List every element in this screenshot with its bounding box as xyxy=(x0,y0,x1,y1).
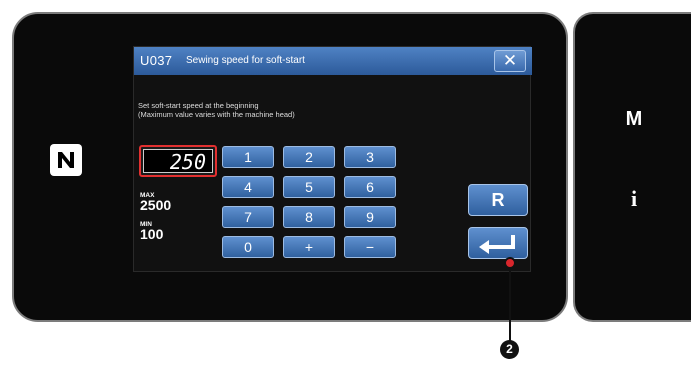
info-button[interactable]: i xyxy=(575,186,693,212)
speed-setting-dialog: U037 Sewing speed for soft-start ✕ Set s… xyxy=(133,46,532,274)
mode-button[interactable]: M xyxy=(575,108,693,131)
dialog-code: U037 xyxy=(140,53,173,68)
dialog-title-bar: U037 Sewing speed for soft-start ✕ xyxy=(134,47,532,75)
key-plus[interactable]: + xyxy=(283,236,335,258)
key-4[interactable]: 4 xyxy=(222,176,274,198)
max-value: 2500 xyxy=(140,197,172,213)
numeric-keypad: 1 2 3 4 5 6 7 8 9 0 + − xyxy=(222,146,398,274)
key-3[interactable]: 3 xyxy=(344,146,396,168)
reset-button[interactable]: R xyxy=(468,184,528,216)
side-panel: M i xyxy=(573,12,691,322)
key-7[interactable]: 7 xyxy=(222,206,274,228)
callout-badge: 2 xyxy=(500,340,519,359)
key-6[interactable]: 6 xyxy=(344,176,396,198)
nfc-icon xyxy=(50,144,82,176)
close-icon: ✕ xyxy=(502,51,518,70)
key-5[interactable]: 5 xyxy=(283,176,335,198)
speed-value-display: 250 xyxy=(143,149,213,174)
description-line-1: Set soft-start speed at the beginning xyxy=(138,101,259,110)
callout-line xyxy=(509,262,511,347)
key-1[interactable]: 1 xyxy=(222,146,274,168)
min-value: 100 xyxy=(140,226,164,242)
enter-arrow-icon xyxy=(479,235,515,254)
key-8[interactable]: 8 xyxy=(283,206,335,228)
key-minus[interactable]: − xyxy=(344,236,396,258)
enter-button[interactable] xyxy=(468,227,528,259)
callout-dot xyxy=(504,257,516,269)
key-0[interactable]: 0 xyxy=(222,236,274,258)
close-button[interactable]: ✕ xyxy=(494,50,526,72)
dialog-title: Sewing speed for soft-start xyxy=(186,55,305,66)
speed-value-input[interactable]: 250 xyxy=(139,145,217,177)
key-9[interactable]: 9 xyxy=(344,206,396,228)
description-line-2: (Maximum value varies with the machine h… xyxy=(138,110,295,119)
key-2[interactable]: 2 xyxy=(283,146,335,168)
